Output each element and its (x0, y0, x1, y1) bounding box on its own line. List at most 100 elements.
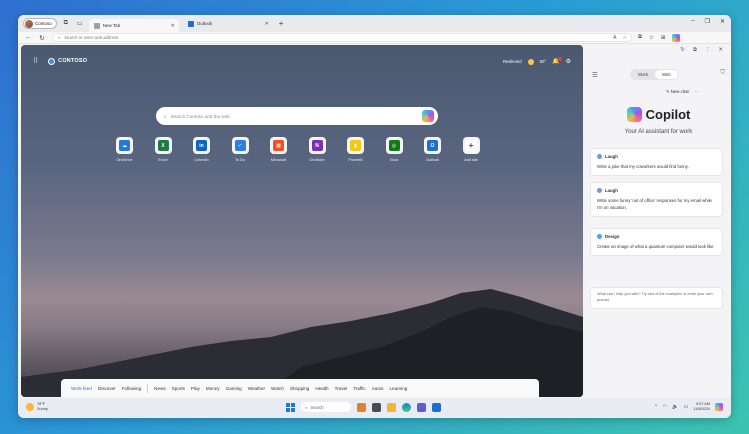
prompt-input[interactable]: What can I help you with? Try one of the… (590, 287, 723, 309)
tile-icon-box: ☁ (116, 137, 133, 154)
feed-tab[interactable]: News (154, 386, 166, 391)
feed-tab[interactable]: Money (206, 386, 220, 391)
feed-tab[interactable]: Following (122, 386, 141, 391)
quick-link-tile[interactable]: ◎ Xbox (385, 137, 403, 162)
tab-actions-icon[interactable]: ▭ (75, 19, 85, 29)
notification-bell-icon[interactable]: 🔔 (552, 57, 562, 65)
quick-link-tile[interactable]: + Add site (462, 137, 480, 162)
quick-link-tile[interactable]: ▮ PowerBI (347, 137, 364, 162)
suggestion-card[interactable]: Laugh Write a joke that my coworkers wou… (590, 148, 723, 176)
feed-tab[interactable]: Watch (271, 386, 284, 391)
edge-icon[interactable] (402, 402, 411, 412)
shield-icon[interactable]: ⛉ (720, 70, 725, 77)
laugh-icon (597, 154, 602, 159)
ntp-search-box[interactable]: ⌕ Search Contoso and the web (156, 107, 438, 125)
app-launcher-icon[interactable]: ⠿ (33, 57, 38, 65)
tile-icon-box: X (154, 137, 172, 154)
collections-icon[interactable]: ⊞ (661, 35, 666, 41)
chevron-up-icon[interactable]: ⌃ (654, 404, 658, 410)
feed-tab[interactable]: Traffic (353, 386, 366, 391)
tab-new-tab[interactable]: New Tab ✕ (88, 19, 179, 32)
search-icon: ⌕ (305, 404, 308, 410)
tile-icon: ✓ (234, 140, 246, 151)
new-chat-button[interactable]: ✎ New chat (666, 89, 689, 95)
quick-link-tile[interactable]: ▦ Microsoft (270, 137, 287, 162)
feed-tab[interactable]: Discover (98, 386, 116, 391)
new-tab-page: ⠿ CONTOSO Redmond 50° 🔔 ⚙ ⌕ Search Conto… (21, 45, 583, 397)
feed-tab[interactable]: Gaming (226, 386, 242, 391)
card-tag: Design (605, 234, 620, 239)
toolbar-right: ⧉ ☆ ⊞ (638, 33, 681, 42)
settings-gear-icon[interactable]: ⚙ (566, 58, 571, 65)
back-icon[interactable]: ← (24, 34, 32, 41)
close-window-button[interactable]: ✕ (720, 18, 725, 25)
menu-icon[interactable]: ☰ (592, 71, 598, 79)
tab-label: New Tab (102, 23, 121, 28)
notification-badge (557, 57, 562, 61)
quick-link-tile[interactable]: in LinkedIn (193, 137, 210, 162)
feed-tab[interactable]: Learning (389, 386, 407, 391)
teams-icon[interactable] (417, 402, 426, 412)
refresh-icon[interactable]: ↻ (38, 34, 46, 42)
feed-tab[interactable]: Sports (172, 386, 185, 391)
tile-icon: + (465, 140, 477, 151)
workspaces-icon[interactable]: ⧉ (61, 19, 71, 29)
taskbar-weather[interactable]: 78°F Sunny (26, 402, 48, 411)
close-icon[interactable]: ✕ (171, 23, 175, 29)
windows-start-icon[interactable] (286, 402, 295, 412)
new-tab-button[interactable]: + (279, 19, 284, 28)
feed-tab[interactable]: Weather (248, 386, 265, 391)
address-bar[interactable]: ⌕ Search or enter web address A ☆ (52, 33, 632, 42)
feed-tab[interactable]: Travel (335, 386, 348, 391)
taskbar-search[interactable]: ⌕ Search (301, 402, 351, 412)
weather-location[interactable]: Redmond (503, 59, 522, 64)
feed-tab[interactable]: Work feed (71, 386, 92, 391)
quick-link-tile[interactable]: ☁ OneDrive (116, 137, 133, 162)
tab-outlook[interactable]: Outlook ✕ (183, 17, 273, 30)
volume-icon[interactable]: 🔈 (672, 404, 678, 410)
battery-icon[interactable]: ▭ (684, 404, 689, 410)
clock[interactable]: 9:07 AM 11/8/2024 (693, 402, 710, 411)
copilot-search-icon[interactable] (422, 110, 434, 122)
quick-link-tile[interactable]: N OneNote (308, 137, 326, 162)
copilot-icon[interactable] (715, 402, 723, 411)
open-in-new-icon[interactable]: ⧉ (693, 47, 697, 54)
tile-icon-box: ✓ (231, 137, 249, 154)
toggle-work[interactable]: Work (631, 70, 655, 79)
toggle-web[interactable]: Web (654, 70, 678, 79)
quick-link-tile[interactable]: ✓ To Do (231, 137, 249, 162)
favorite-icon[interactable]: ☆ (623, 35, 627, 41)
task-view-icon[interactable] (372, 402, 381, 412)
split-screen-icon[interactable]: ⧉ (638, 34, 642, 41)
more-icon[interactable]: ⋮ (705, 47, 711, 54)
wifi-icon[interactable]: ◠ (663, 404, 667, 410)
maximize-button[interactable]: ❐ (705, 18, 710, 25)
refresh-icon[interactable]: ↻ (680, 47, 685, 54)
close-icon[interactable]: ✕ (265, 21, 269, 27)
feed-tab[interactable]: Autos (372, 386, 384, 391)
file-explorer-icon[interactable] (387, 402, 396, 412)
tile-label: Microsoft (270, 158, 287, 162)
tab-bar: Contoso ⧉ ▭ New Tab ✕ Outlook ✕ + – ❐ ✕ (18, 15, 731, 32)
suggestion-card[interactable]: Laugh Write some funny 'out of office' r… (590, 182, 723, 217)
more-options-button[interactable]: ⋯ (695, 89, 699, 95)
quick-link-tile[interactable]: X Excel (154, 137, 172, 162)
widgets-icon[interactable] (357, 402, 366, 412)
card-text: Write a joke that my coworkers would fin… (597, 164, 689, 169)
search-placeholder: Search Contoso and the web (170, 113, 230, 119)
new-chat-label: New chat (670, 89, 689, 94)
quick-link-tile[interactable]: O Outlook (424, 137, 441, 162)
minimize-button[interactable]: – (691, 18, 694, 25)
feed-tab[interactable]: Shopping (290, 386, 309, 391)
feed-tab[interactable]: Play (191, 386, 200, 391)
suggestion-card[interactable]: Design Create an image of what a quantum… (590, 228, 723, 256)
taskbar-apps: ⌕ Search (286, 402, 441, 412)
brand-logo: CONTOSO (48, 57, 87, 65)
feed-tab[interactable]: Health (315, 386, 328, 391)
outlook-icon[interactable] (432, 402, 441, 412)
profile-button[interactable]: Contoso (23, 18, 57, 29)
copilot-icon[interactable] (672, 33, 681, 42)
favorites-icon[interactable]: ☆ (649, 35, 654, 41)
close-icon[interactable]: ✕ (718, 47, 723, 54)
read-aloud-icon[interactable]: A (613, 35, 616, 41)
